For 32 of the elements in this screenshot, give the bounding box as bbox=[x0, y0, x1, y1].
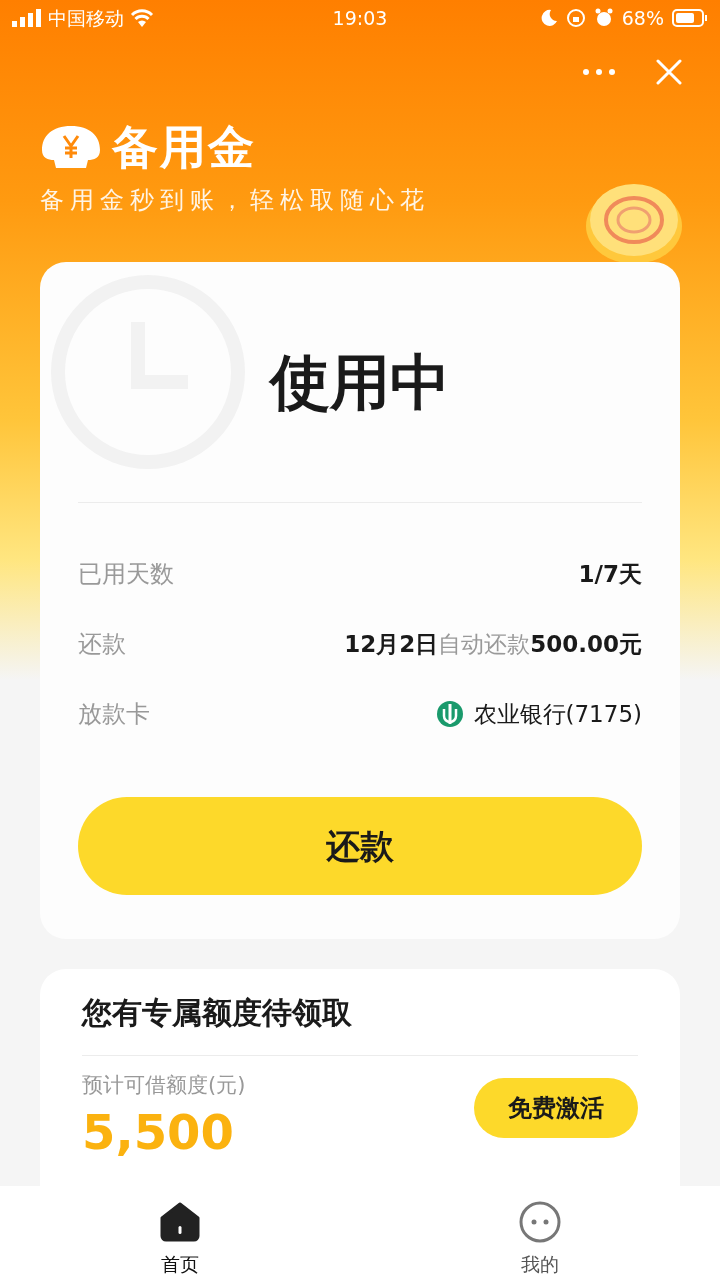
page-title: 备用金 bbox=[112, 124, 256, 170]
clock-time: 19:03 bbox=[331, 5, 389, 31]
tab-bar-item[interactable]: 我的 bbox=[360, 1186, 720, 1280]
offer-label: 预计可借额度(元) bbox=[82, 1072, 246, 1099]
info-label: 已用天数 bbox=[78, 559, 174, 590]
moon-icon bbox=[539, 9, 558, 27]
info-value: 1/7天 bbox=[578, 559, 642, 589]
repay-button[interactable]: 还款 bbox=[78, 797, 642, 895]
home-icon bbox=[158, 1200, 202, 1244]
page-subtitle: 备用金秒到账，轻松取随心花 bbox=[40, 185, 431, 216]
status-title: 使用中 bbox=[270, 346, 450, 419]
info-value: 农业银行(7175) bbox=[473, 699, 642, 729]
bank-logo-icon bbox=[435, 700, 464, 728]
carrier-name: 中国移动 bbox=[48, 5, 124, 31]
rotation-lock-icon bbox=[565, 8, 586, 28]
alarm-icon bbox=[593, 8, 614, 28]
battery-percent: 68% bbox=[621, 5, 664, 31]
money-bag-icon bbox=[40, 124, 102, 170]
tab-bar-item[interactable]: 首页 bbox=[0, 1186, 360, 1280]
info-label: 放款卡 bbox=[78, 699, 150, 730]
more-icon[interactable] bbox=[582, 68, 616, 76]
clock-watermark-icon bbox=[48, 272, 248, 472]
info-value: 12月2日自动还款500.00元 bbox=[344, 629, 642, 659]
close-icon[interactable] bbox=[656, 59, 682, 85]
activate-button[interactable]: 免费激活 bbox=[474, 1078, 638, 1138]
signal-icon bbox=[12, 9, 42, 27]
credit-amount: 5,500 bbox=[82, 1107, 235, 1156]
wifi-icon bbox=[130, 9, 154, 27]
face-icon bbox=[518, 1200, 562, 1244]
info-label: 还款 bbox=[78, 629, 126, 660]
battery-icon bbox=[672, 9, 708, 27]
offer-title: 您有专属额度待领取 bbox=[82, 993, 353, 1032]
